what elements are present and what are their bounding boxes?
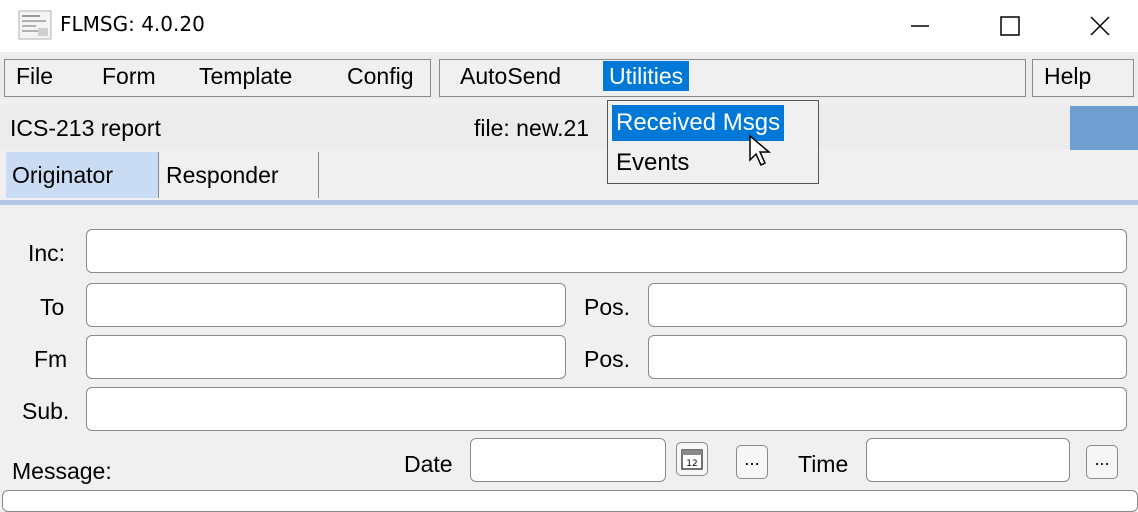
menu-bar: File Form Template Config AutoSend Utili… xyxy=(0,55,1138,99)
menu-file[interactable]: File xyxy=(10,61,59,91)
window-title: FLMSG: 4.0.20 xyxy=(60,12,205,36)
status-indicator xyxy=(1070,106,1138,150)
pointer-cursor-icon xyxy=(748,134,774,174)
tab-underline xyxy=(0,200,1138,205)
fm-field[interactable] xyxy=(86,335,566,379)
minimize-icon xyxy=(911,25,929,27)
menu-config[interactable]: Config xyxy=(341,61,419,91)
file-label: file: new.21 xyxy=(474,115,590,141)
time-picker-button[interactable]: ... xyxy=(1086,445,1118,479)
app-icon xyxy=(18,10,52,40)
message-textarea[interactable] xyxy=(2,490,1138,512)
sub-field[interactable] xyxy=(86,387,1127,431)
menu-utilities[interactable]: Utilities xyxy=(603,61,690,91)
maximize-icon xyxy=(1000,16,1020,36)
message-label: Message: xyxy=(12,458,112,484)
inc-field[interactable] xyxy=(86,229,1127,273)
menu-template[interactable]: Template xyxy=(193,61,298,91)
close-icon xyxy=(1090,16,1110,36)
date-field[interactable] xyxy=(470,438,666,482)
title-bar: FLMSG: 4.0.20 xyxy=(0,0,1138,52)
utilities-dropdown: Received Msgs Events xyxy=(607,100,819,184)
pos-label-2: Pos. xyxy=(584,346,631,372)
time-field[interactable] xyxy=(866,438,1070,482)
fm-label: Fm xyxy=(34,346,68,372)
inc-label: Inc: xyxy=(28,240,66,266)
tab-bar: Originator Responder xyxy=(0,152,1138,204)
calendar-icon: 12 xyxy=(681,449,703,470)
date-picker-button[interactable]: ... xyxy=(736,445,768,479)
to-field[interactable] xyxy=(86,283,566,327)
form-name: ICS-213 report xyxy=(10,115,161,141)
menu-form[interactable]: Form xyxy=(96,61,162,91)
menu-autosend[interactable]: AutoSend xyxy=(454,61,567,91)
svg-text:12: 12 xyxy=(686,459,697,469)
sub-label: Sub. xyxy=(22,398,70,424)
pos-label-1: Pos. xyxy=(584,294,631,320)
minimize-button[interactable] xyxy=(880,0,960,52)
calendar-button[interactable]: 12 xyxy=(676,442,708,476)
pos-field-2[interactable] xyxy=(648,335,1127,379)
menu-help[interactable]: Help xyxy=(1038,61,1097,91)
tab-responder[interactable]: Responder xyxy=(160,152,319,198)
date-label: Date xyxy=(404,451,453,477)
info-bar: ICS-213 report file: new.21 xyxy=(0,105,1138,149)
pos-field-1[interactable] xyxy=(648,283,1127,327)
maximize-button[interactable] xyxy=(970,0,1050,52)
tab-originator[interactable]: Originator xyxy=(6,152,159,198)
to-label: To xyxy=(40,294,65,320)
time-label: Time xyxy=(798,451,849,477)
menu-item-events[interactable]: Events xyxy=(612,145,693,181)
close-button[interactable] xyxy=(1060,0,1138,52)
